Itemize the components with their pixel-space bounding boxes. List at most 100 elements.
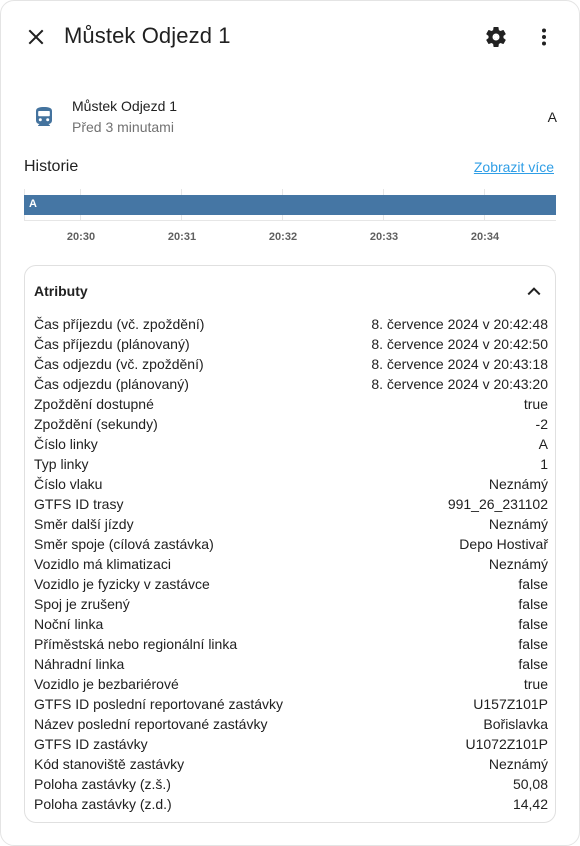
close-button[interactable] bbox=[16, 17, 56, 57]
attribute-row: GTFS ID trasy 991_26_231102 bbox=[34, 494, 548, 514]
attribute-row: Náhradní linka false bbox=[34, 654, 548, 674]
attribute-name: Čas příjezdu (vč. zpoždění) bbox=[34, 316, 205, 332]
attribute-name: Typ linky bbox=[34, 456, 89, 472]
attribute-name: Směr spoje (cílová zastávka) bbox=[34, 536, 214, 552]
attribute-value: 8. července 2024 v 20:43:18 bbox=[371, 356, 548, 372]
attribute-value: Neznámý bbox=[488, 556, 548, 572]
attribute-row: GTFS ID poslední reportované zastávky U15… bbox=[34, 694, 548, 714]
attribute-row: Typ linky 1 bbox=[34, 454, 548, 474]
attribute-name: Zpoždění (sekundy) bbox=[34, 416, 158, 432]
attribute-row: GTFS ID zastávky U1072Z101P bbox=[34, 734, 548, 754]
history-title: Historie bbox=[24, 158, 79, 175]
attribute-value: 8. července 2024 v 20:42:50 bbox=[371, 336, 548, 352]
attribute-value: 8. července 2024 v 20:43:20 bbox=[371, 376, 548, 392]
attribute-name: Čas odjezdu (plánovaný) bbox=[34, 376, 189, 392]
gear-icon bbox=[486, 27, 506, 47]
history-timeline[interactable]: A 20:30 20:31 20:32 20:33 20:34 bbox=[24, 189, 556, 249]
attribute-value: 991_26_231102 bbox=[447, 496, 548, 512]
timeline-state-bar[interactable] bbox=[24, 195, 556, 215]
more-vertical-icon bbox=[542, 28, 546, 46]
show-more-link[interactable]: Zobrazit více bbox=[474, 159, 554, 175]
attribute-row: Čas odjezdu (vč. zpoždění) 8. července 20… bbox=[34, 354, 548, 374]
entity-row[interactable]: Můstek Odjezd 1 Před 3 minutami A bbox=[1, 91, 579, 143]
attribute-name: Příměstská nebo regionální linka bbox=[34, 636, 238, 652]
attribute-row: Čas příjezdu (plánovaný) 8. července 2024… bbox=[34, 334, 548, 354]
attribute-name: Kód stanoviště zastávky bbox=[34, 756, 185, 772]
timeline-tick-label: 20:31 bbox=[167, 231, 197, 243]
attribute-value: -2 bbox=[535, 416, 548, 432]
attribute-name: GTFS ID trasy bbox=[34, 496, 124, 512]
attribute-value: Bořislavka bbox=[483, 716, 548, 732]
attribute-name: Číslo linky bbox=[34, 436, 98, 452]
attribute-name: Spoj je zrušený bbox=[34, 596, 130, 612]
entity-name: Můstek Odjezd 1 bbox=[72, 98, 178, 114]
attribute-value: Neznámý bbox=[488, 516, 548, 532]
attribute-name: Čas příjezdu (plánovaný) bbox=[34, 336, 190, 352]
timeline-tick-label: 20:30 bbox=[66, 231, 96, 243]
attribute-value: false bbox=[518, 616, 548, 632]
chevron-up-icon bbox=[527, 287, 541, 296]
attribute-value: 14,42 bbox=[512, 796, 548, 812]
attribute-value: A bbox=[538, 436, 548, 452]
attribute-value: true bbox=[523, 396, 548, 412]
attribute-name: Noční linka bbox=[34, 616, 104, 632]
attributes-expander[interactable]: Atributy bbox=[25, 266, 555, 314]
attribute-name: Poloha zastávky (z.š.) bbox=[34, 776, 171, 792]
attribute-row: Vozidlo je bezbariérové true bbox=[34, 674, 548, 694]
timeline-tick-label: 20:34 bbox=[470, 231, 500, 243]
attribute-name: GTFS ID zastávky bbox=[34, 736, 148, 752]
attribute-value: false bbox=[518, 636, 548, 652]
attribute-row: Čas příjezdu (vč. zpoždění) 8. července 2… bbox=[34, 314, 548, 334]
attribute-row: Zpoždění (sekundy) -2 bbox=[34, 414, 548, 434]
attribute-row: Poloha zastávky (z.š.) 50,08 bbox=[34, 774, 548, 794]
more-info-dialog: Můstek Odjezd 1 Můstek Odjezd 1 Před 3 m… bbox=[0, 0, 580, 846]
attributes-panel: Atributy Čas příjezdu (vč. zpoždění) 8. č… bbox=[24, 265, 556, 823]
attribute-name: Vozidlo má klimatizaci bbox=[34, 556, 171, 572]
timeline-tick-label: 20:32 bbox=[268, 231, 298, 243]
attribute-name: Zpoždění dostupné bbox=[34, 396, 154, 412]
attribute-row: Vozidlo má klimatizaci Neznámý bbox=[34, 554, 548, 574]
timeline-bar-label: A bbox=[29, 198, 37, 210]
attribute-row: Příměstská nebo regionální linka false bbox=[34, 634, 548, 654]
attribute-value: Neznámý bbox=[488, 476, 548, 492]
more-options-button[interactable] bbox=[524, 17, 564, 57]
attribute-row: Název poslední reportované zastávky Bořis… bbox=[34, 714, 548, 734]
attribute-value: true bbox=[523, 676, 548, 692]
train-icon bbox=[36, 107, 52, 126]
attribute-name: Číslo vlaku bbox=[34, 476, 103, 492]
attribute-name: Vozidlo je fyzicky v zastávce bbox=[34, 576, 210, 592]
attributes-title: Atributy bbox=[34, 283, 88, 299]
attribute-row: Čas odjezdu (plánovaný) 8. července 2024 … bbox=[34, 374, 548, 394]
timeline-tick-label: 20:33 bbox=[369, 231, 399, 243]
attribute-value: 1 bbox=[540, 456, 548, 472]
attribute-name: Směr další jízdy bbox=[34, 516, 134, 532]
attribute-name: Poloha zastávky (z.d.) bbox=[34, 796, 172, 812]
attributes-list: Čas příjezdu (vč. zpoždění) 8. července 2… bbox=[34, 314, 548, 814]
page-title: Můstek Odjezd 1 bbox=[64, 23, 231, 48]
attribute-row: Zpoždění dostupné true bbox=[34, 394, 548, 414]
attribute-value: false bbox=[518, 576, 548, 592]
attribute-row: Číslo linky A bbox=[34, 434, 548, 454]
dialog-header: Můstek Odjezd 1 bbox=[1, 1, 579, 73]
attribute-name: Vozidlo je bezbariérové bbox=[34, 676, 179, 692]
attribute-row: Poloha zastávky (z.d.) 14,42 bbox=[34, 794, 548, 814]
attribute-row: Směr spoje (cílová zastávka) Depo Hostiva… bbox=[34, 534, 548, 554]
entity-state: A bbox=[547, 109, 557, 125]
attribute-name: GTFS ID poslední reportované zastávky bbox=[34, 696, 283, 712]
attribute-value: U157Z101P bbox=[473, 696, 548, 712]
attribute-value: 8. července 2024 v 20:42:48 bbox=[371, 316, 548, 332]
attribute-row: Směr další jízdy Neznámý bbox=[34, 514, 548, 534]
attribute-value: false bbox=[518, 596, 548, 612]
attribute-row: Spoj je zrušený false bbox=[34, 594, 548, 614]
attribute-value: U1072Z101P bbox=[465, 736, 548, 752]
attribute-row: Vozidlo je fyzicky v zastávce false bbox=[34, 574, 548, 594]
close-icon bbox=[28, 29, 44, 45]
attribute-value: Neznámý bbox=[488, 756, 548, 772]
attribute-row: Kód stanoviště zastávky Neznámý bbox=[34, 754, 548, 774]
timeline-baseline bbox=[24, 220, 556, 221]
attribute-value: false bbox=[518, 656, 548, 672]
attribute-value: 50,08 bbox=[512, 776, 548, 792]
settings-button[interactable] bbox=[476, 17, 516, 57]
attribute-value: Depo Hostivař bbox=[459, 536, 548, 552]
attribute-name: Náhradní linka bbox=[34, 656, 125, 672]
